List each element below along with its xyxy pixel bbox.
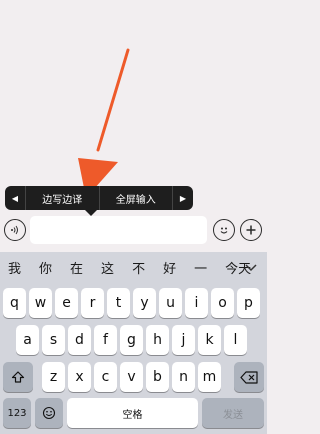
key-g[interactable]: g	[120, 325, 143, 355]
space-key[interactable]: 空格	[67, 398, 198, 428]
key-a[interactable]: a	[16, 325, 39, 355]
popup-right-arrow-icon[interactable]: ▶	[173, 194, 193, 203]
screen: ◀ 边写边译 全屏输入 ▶ 我 你 在 这 不 好 一 今天 q w e r t…	[0, 0, 267, 434]
emoji-key[interactable]	[35, 398, 63, 428]
expand-candidates-icon[interactable]	[241, 258, 261, 278]
candidate-word[interactable]: 你	[39, 258, 52, 277]
candidate-word[interactable]: 在	[70, 258, 83, 277]
input-bar	[0, 214, 267, 246]
key-d[interactable]: d	[68, 325, 91, 355]
voice-icon[interactable]	[4, 219, 26, 241]
popup-item-fullscreen-input[interactable]: 全屏输入	[100, 191, 173, 206]
popup-item-translate[interactable]: 边写边译	[26, 191, 99, 206]
key-v[interactable]: v	[120, 362, 143, 392]
emoji-key-icon	[42, 406, 56, 420]
key-x[interactable]: x	[68, 362, 91, 392]
key-e[interactable]: e	[55, 288, 78, 318]
key-i[interactable]: i	[185, 288, 208, 318]
text-popup-menu: ◀ 边写边译 全屏输入 ▶	[5, 186, 193, 216]
key-y[interactable]: y	[133, 288, 156, 318]
emoji-icon[interactable]	[213, 219, 235, 241]
shift-arrow-icon	[11, 371, 25, 383]
key-h[interactable]: h	[146, 325, 169, 355]
key-m[interactable]: m	[198, 362, 221, 392]
candidate-word[interactable]: 这	[101, 258, 114, 277]
key-n[interactable]: n	[172, 362, 195, 392]
key-u[interactable]: u	[159, 288, 182, 318]
candidate-bar: 我 你 在 这 不 好 一 今天	[0, 252, 267, 282]
candidate-word[interactable]: 我	[8, 258, 21, 277]
key-r[interactable]: r	[81, 288, 104, 318]
message-input[interactable]	[30, 216, 207, 244]
key-o[interactable]: o	[211, 288, 234, 318]
key-b[interactable]: b	[146, 362, 169, 392]
popup-left-arrow-icon[interactable]: ◀	[5, 194, 25, 203]
candidate-word[interactable]: 好	[163, 258, 176, 277]
backspace-icon	[240, 370, 258, 384]
key-c[interactable]: c	[94, 362, 117, 392]
key-z[interactable]: z	[42, 362, 65, 392]
key-w[interactable]: w	[29, 288, 52, 318]
plus-icon[interactable]	[240, 219, 262, 241]
key-t[interactable]: t	[107, 288, 130, 318]
shift-key[interactable]	[3, 362, 33, 392]
key-l[interactable]: l	[224, 325, 247, 355]
delete-key[interactable]	[234, 362, 264, 392]
candidate-word[interactable]: 不	[132, 258, 145, 277]
key-f[interactable]: f	[94, 325, 117, 355]
key-j[interactable]: j	[172, 325, 195, 355]
key-s[interactable]: s	[42, 325, 65, 355]
key-p[interactable]: p	[237, 288, 260, 318]
send-key[interactable]: 发送	[202, 398, 264, 428]
key-k[interactable]: k	[198, 325, 221, 355]
key-q[interactable]: q	[3, 288, 26, 318]
numbers-key[interactable]: 123	[3, 398, 31, 428]
candidate-word[interactable]: 一	[194, 258, 207, 277]
